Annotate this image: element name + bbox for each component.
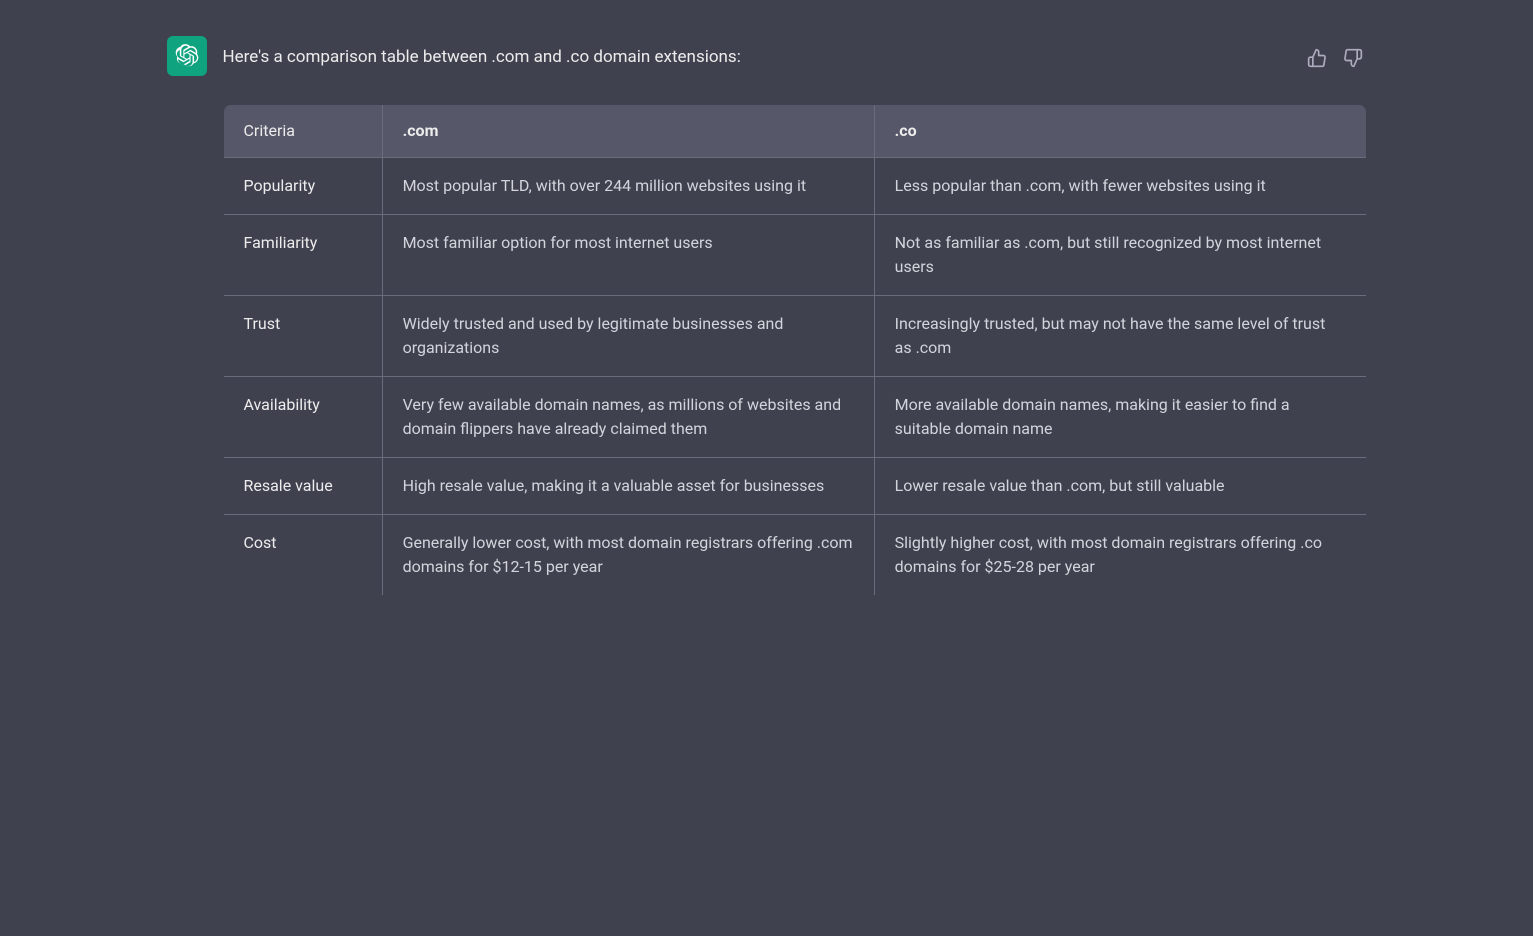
feedback-buttons-group	[1303, 36, 1367, 72]
cell-criteria-2: Trust	[223, 296, 382, 377]
comparison-table-container: Criteria .com .co PopularityMost popular…	[223, 104, 1367, 596]
table-row: Resale valueHigh resale value, making it…	[223, 458, 1366, 515]
cell-co-2: Increasingly trusted, but may not have t…	[874, 296, 1366, 377]
table-row: PopularityMost popular TLD, with over 24…	[223, 158, 1366, 215]
header-com: .com	[382, 105, 874, 158]
cell-com-3: Very few available domain names, as mill…	[382, 377, 874, 458]
cell-co-5: Slightly higher cost, with most domain r…	[874, 515, 1366, 596]
cell-co-3: More available domain names, making it e…	[874, 377, 1366, 458]
message-intro-text: Here's a comparison table between .com a…	[223, 36, 1287, 71]
cell-co-1: Not as familiar as .com, but still recog…	[874, 215, 1366, 296]
table-row: TrustWidely trusted and used by legitima…	[223, 296, 1366, 377]
cell-criteria-5: Cost	[223, 515, 382, 596]
table-row: CostGenerally lower cost, with most doma…	[223, 515, 1366, 596]
table-header: Criteria .com .co	[223, 105, 1366, 158]
thumbs-down-button[interactable]	[1339, 44, 1367, 72]
thumbs-up-icon	[1307, 48, 1327, 68]
cell-co-4: Lower resale value than .com, but still …	[874, 458, 1366, 515]
cell-criteria-1: Familiarity	[223, 215, 382, 296]
chatgpt-avatar	[167, 36, 207, 76]
cell-criteria-4: Resale value	[223, 458, 382, 515]
message-container: Here's a comparison table between .com a…	[167, 20, 1367, 596]
header-co: .co	[874, 105, 1366, 158]
comparison-table: Criteria .com .co PopularityMost popular…	[223, 104, 1367, 596]
cell-com-4: High resale value, making it a valuable …	[382, 458, 874, 515]
cell-co-0: Less popular than .com, with fewer websi…	[874, 158, 1366, 215]
header-criteria: Criteria	[223, 105, 382, 158]
cell-criteria-3: Availability	[223, 377, 382, 458]
table-body: PopularityMost popular TLD, with over 24…	[223, 158, 1366, 596]
message-header: Here's a comparison table between .com a…	[167, 20, 1367, 84]
thumbs-down-icon	[1343, 48, 1363, 68]
cell-com-5: Generally lower cost, with most domain r…	[382, 515, 874, 596]
cell-com-0: Most popular TLD, with over 244 million …	[382, 158, 874, 215]
table-header-row: Criteria .com .co	[223, 105, 1366, 158]
cell-com-2: Widely trusted and used by legitimate bu…	[382, 296, 874, 377]
cell-com-1: Most familiar option for most internet u…	[382, 215, 874, 296]
table-row: AvailabilityVery few available domain na…	[223, 377, 1366, 458]
table-row: FamiliarityMost familiar option for most…	[223, 215, 1366, 296]
thumbs-up-button[interactable]	[1303, 44, 1331, 72]
chatgpt-logo-icon	[175, 44, 199, 68]
cell-criteria-0: Popularity	[223, 158, 382, 215]
